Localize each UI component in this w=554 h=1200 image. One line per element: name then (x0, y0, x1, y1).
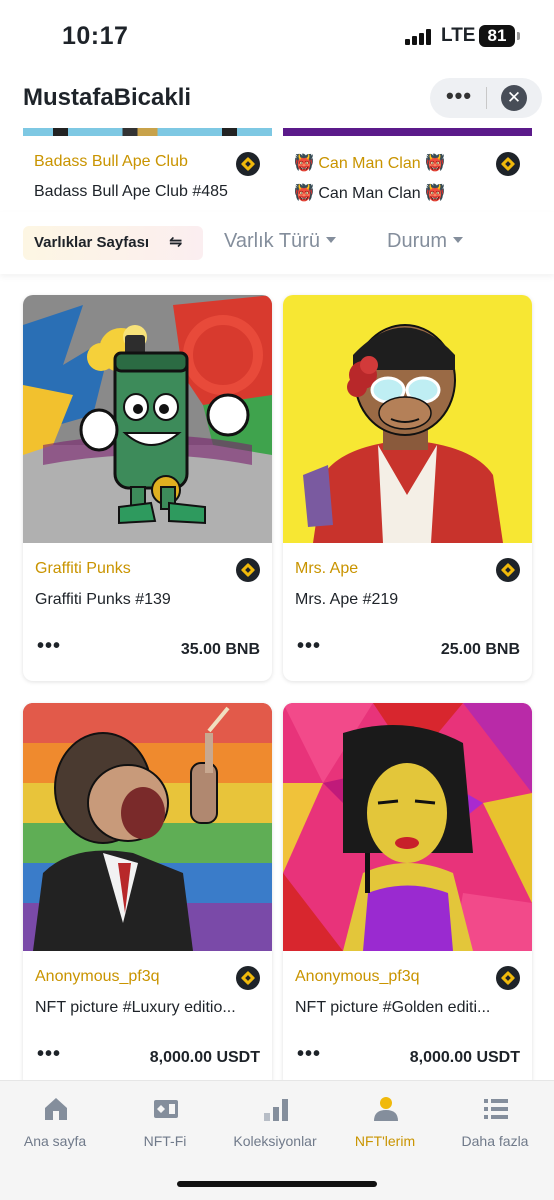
bnb-chain-icon (236, 966, 260, 990)
nav-item-more[interactable]: Daha fazla (440, 1081, 550, 1161)
profile-icon (374, 1097, 398, 1121)
nav-label: Koleksiyonlar (233, 1133, 317, 1149)
collection-name[interactable]: Mrs. Ape (295, 560, 485, 578)
more-options-button[interactable]: ••• (297, 1044, 321, 1064)
list-icon (484, 1099, 508, 1119)
home-indicator[interactable] (177, 1181, 377, 1187)
more-options-button[interactable]: ••• (444, 78, 474, 118)
nft-image (23, 703, 272, 951)
status-time: 10:17 (62, 22, 129, 50)
nft-card[interactable]: Graffiti Punks Graffiti Punks #139 ••• 3… (23, 295, 272, 681)
more-options-button[interactable]: ••• (37, 1044, 61, 1064)
asset-type-dropdown[interactable]: Varlık Türü (224, 230, 336, 253)
nft-item-name: Graffiti Punks #139 (35, 591, 171, 608)
nft-price: 35.00 BNB (180, 641, 260, 658)
nft-price: 25.00 BNB (440, 641, 520, 658)
nft-item-name: NFT picture #Golden editi... (295, 999, 491, 1016)
collection-name[interactable]: 👹 Can Man Clan 👹 (294, 153, 484, 173)
bnb-chain-icon (496, 558, 520, 582)
collections-icon (264, 1099, 288, 1121)
status-bar: 10:17 LTE 81 (0, 0, 554, 70)
nav-item-collections[interactable]: Koleksiyonlar (220, 1081, 330, 1161)
bnb-chain-icon (496, 966, 520, 990)
nav-item-my-nfts[interactable]: NFT'lerim (330, 1081, 440, 1161)
nft-fi-icon (154, 1100, 178, 1118)
bnb-chain-icon (236, 152, 260, 176)
network-type: LTE (441, 25, 476, 46)
nft-image (283, 128, 532, 136)
nft-image (23, 295, 272, 543)
nft-image (283, 703, 532, 951)
collection-name[interactable]: Graffiti Punks (35, 560, 225, 578)
caret-down-icon (325, 237, 336, 243)
collection-name[interactable]: Badass Bull Ape Club (34, 153, 224, 171)
more-options-button[interactable]: ••• (297, 636, 321, 656)
page-title: MustafaBicakli (23, 84, 192, 111)
nft-image (283, 295, 532, 543)
status-label: Durum (387, 230, 448, 252)
header: MustafaBicakli ••• ✕ (0, 70, 554, 128)
page-switch-label: Varlıklar Sayfası (34, 234, 150, 251)
more-options-button[interactable]: ••• (37, 636, 61, 656)
bnb-chain-icon (236, 558, 260, 582)
nft-card[interactable]: Anonymous_pf3q NFT picture #Golden editi… (283, 703, 532, 1089)
swap-icon: ⇋ (169, 234, 183, 251)
home-icon (45, 1098, 67, 1120)
nav-item-home[interactable]: Ana sayfa (0, 1081, 110, 1161)
nft-card[interactable]: Mrs. Ape Mrs. Ape #219 ••• 25.00 BNB (283, 295, 532, 681)
signal-icon (405, 29, 433, 45)
nav-label: Daha fazla (461, 1133, 529, 1149)
collection-name[interactable]: Anonymous_pf3q (295, 968, 485, 986)
nft-card[interactable]: Anonymous_pf3q NFT picture #Luxury editi… (23, 703, 272, 1089)
page-switch-chip[interactable]: Varlıklar Sayfası ⇋ (23, 226, 203, 260)
nft-item-name: Badass Bull Ape Club #485 (34, 183, 228, 200)
asset-type-label: Varlık Türü (224, 230, 320, 252)
nft-card-partial[interactable]: Badass Bull Ape Club Badass Bull Ape Clu… (23, 128, 272, 200)
battery-icon: 81 (479, 25, 520, 47)
collection-name[interactable]: Anonymous_pf3q (35, 968, 225, 986)
nav-label: Ana sayfa (23, 1133, 87, 1149)
nft-card-partial[interactable]: 👹 Can Man Clan 👹 👹 Can Man Clan 👹 (283, 128, 532, 202)
nft-item-name: NFT picture #Luxury editio... (35, 999, 236, 1016)
nav-label: NFT-Fi (143, 1133, 187, 1149)
nft-price: 8,000.00 USDT (149, 1049, 260, 1066)
nft-item-name: Mrs. Ape #219 (295, 591, 399, 608)
close-button[interactable]: ✕ (501, 85, 527, 111)
nft-price: 8,000.00 USDT (409, 1049, 520, 1066)
nav-label: NFT'lerim (354, 1133, 416, 1149)
mini-app-capsule: ••• ✕ (430, 78, 542, 118)
nft-item-name: 👹 Can Man Clan 👹 (294, 185, 446, 202)
caret-down-icon (453, 237, 464, 243)
filter-bar: Varlıklar Sayfası ⇋ Varlık Türü Durum (0, 212, 554, 274)
nav-item-nft-fi[interactable]: NFT-Fi (110, 1081, 220, 1161)
capsule-divider (486, 87, 487, 109)
status-dropdown[interactable]: Durum (387, 230, 464, 253)
bnb-chain-icon (496, 152, 520, 176)
nft-image (23, 128, 272, 136)
